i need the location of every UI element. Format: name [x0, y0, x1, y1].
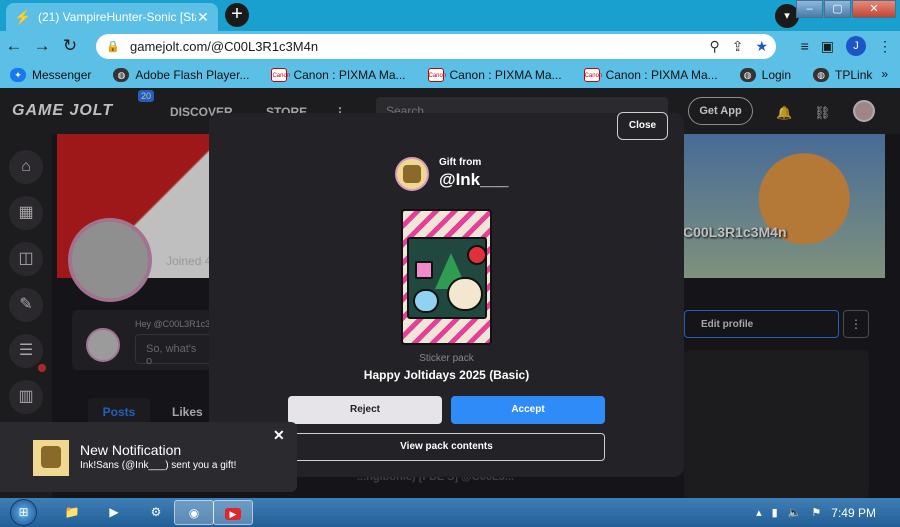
- explorer-icon[interactable]: 📁: [52, 500, 92, 525]
- globe-icon: ◍: [739, 67, 756, 82]
- notification-text: Ink!Sans (@Ink___) sent you a gift!: [80, 460, 237, 471]
- notification-toast[interactable]: New Notification Ink!Sans (@Ink___) sent…: [0, 422, 297, 492]
- tab-close-icon[interactable]: ✕: [196, 9, 210, 26]
- profile-avatar[interactable]: J: [846, 36, 866, 56]
- menu-kebab-icon[interactable]: ⋮: [878, 38, 892, 55]
- bookmark-item[interactable]: ✦ Messenger: [10, 67, 91, 82]
- gifter-avatar: [395, 157, 429, 191]
- clock[interactable]: 7:49 PM: [831, 506, 876, 520]
- bookmark-item[interactable]: Canon Canon : PIXMA Ma...: [583, 67, 718, 82]
- window-close-button[interactable]: ✕: [852, 0, 896, 18]
- close-button[interactable]: Close: [617, 112, 668, 140]
- bookmark-item[interactable]: ◍ Login: [739, 67, 791, 82]
- volume-icon[interactable]: 🔈: [788, 506, 802, 519]
- red-ornament-icon: [467, 245, 487, 265]
- zoom-icon[interactable]: ⚲: [709, 38, 719, 55]
- media-control-icon[interactable]: ≡: [801, 38, 809, 54]
- pack-type: Sticker pack: [419, 353, 474, 364]
- browser-toolbar: ← → ↻ 🔒 gamejolt.com/@C00L3R1c3M4n ⚲ ⇪ ★…: [0, 31, 900, 61]
- reject-button[interactable]: Reject: [288, 396, 442, 424]
- messenger-icon: ✦: [10, 67, 26, 82]
- minimize-button[interactable]: –: [796, 0, 823, 18]
- url-text: gamejolt.com/@C00L3R1c3M4n: [130, 39, 319, 54]
- canon-icon: Canon: [271, 67, 290, 82]
- forward-arrow-icon[interactable]: →: [28, 36, 56, 56]
- gift-from-label: Gift from: [439, 157, 482, 168]
- window-controls: – ▢ ✕: [795, 0, 896, 18]
- sticker-pack-image: [401, 209, 492, 345]
- start-button[interactable]: ⊞: [4, 498, 44, 527]
- globe-icon: ◍: [813, 67, 830, 82]
- share-icon[interactable]: ⇪: [732, 38, 744, 55]
- youtube-icon[interactable]: ▶: [213, 500, 253, 525]
- network-icon[interactable]: ▮: [772, 506, 778, 519]
- gamejolt-favicon-icon: ⚡: [14, 9, 32, 25]
- notification-avatar: [33, 440, 69, 476]
- address-bar[interactable]: 🔒 gamejolt.com/@C00L3R1c3M4n ⚲ ⇪ ★: [96, 34, 776, 59]
- bookmark-item[interactable]: Canon Canon : PIXMA Ma...: [427, 67, 562, 82]
- control-panel-icon[interactable]: ⚙: [136, 500, 176, 525]
- canon-icon: Canon: [427, 67, 446, 82]
- chrome-icon[interactable]: ◉: [174, 500, 214, 525]
- tab-title: (21) VampireHunter-Sonic [StarC: [38, 10, 196, 24]
- view-pack-contents-button[interactable]: View pack contents: [288, 433, 605, 461]
- tray-arrow-icon[interactable]: ▴: [756, 506, 762, 519]
- accept-button[interactable]: Accept: [451, 396, 605, 424]
- new-tab-button[interactable]: +: [225, 3, 249, 27]
- reload-icon[interactable]: ↻: [56, 36, 84, 56]
- lock-icon[interactable]: 🔒: [106, 40, 122, 53]
- notification-close-icon[interactable]: ✕: [273, 427, 285, 444]
- character-face-icon: [447, 277, 483, 311]
- blue-creature-icon: [413, 289, 439, 313]
- back-arrow-icon[interactable]: ←: [0, 36, 28, 56]
- bookmark-item[interactable]: ◍ Adobe Flash Player...: [113, 67, 249, 82]
- bookmarks-overflow-icon[interactable]: »: [881, 67, 888, 81]
- windows-taskbar: ⊞ 📁 ▶ ⚙ ◉ ▶ ▴ ▮ 🔈 ⚑ 7:49 PM: [0, 498, 900, 527]
- bookmark-item[interactable]: Canon Canon : PIXMA Ma...: [271, 67, 406, 82]
- sticker-pack-art: [407, 237, 487, 319]
- windows-logo-icon: ⊞: [10, 499, 37, 526]
- bookmarks-bar: ✦ Messenger ◍ Adobe Flash Player... Canon C…: [0, 61, 900, 88]
- pack-name: Happy Joltidays 2025 (Basic): [363, 368, 530, 382]
- side-panel-icon[interactable]: ▣: [821, 38, 834, 55]
- system-tray: ▴ ▮ 🔈 ⚑ 7:49 PM: [756, 498, 900, 527]
- bookmark-item[interactable]: ◍ TPLink: [813, 67, 872, 82]
- maximize-button[interactable]: ▢: [824, 0, 851, 18]
- notification-flag-icon[interactable]: ⚑: [811, 506, 821, 519]
- browser-tab-strip: ⚡ (21) VampireHunter-Sonic [StarC ✕ + ▾ …: [0, 0, 900, 31]
- bookmark-star-icon[interactable]: ★: [755, 38, 768, 55]
- globe-icon: ◍: [113, 67, 130, 82]
- media-player-icon[interactable]: ▶: [94, 500, 134, 525]
- cake-icon: [415, 261, 433, 279]
- browser-tab[interactable]: ⚡ (21) VampireHunter-Sonic [StarC ✕: [6, 3, 218, 31]
- gifter-username[interactable]: @Ink___: [439, 170, 509, 190]
- notification-title: New Notification: [80, 442, 182, 458]
- canon-icon: Canon: [583, 67, 602, 82]
